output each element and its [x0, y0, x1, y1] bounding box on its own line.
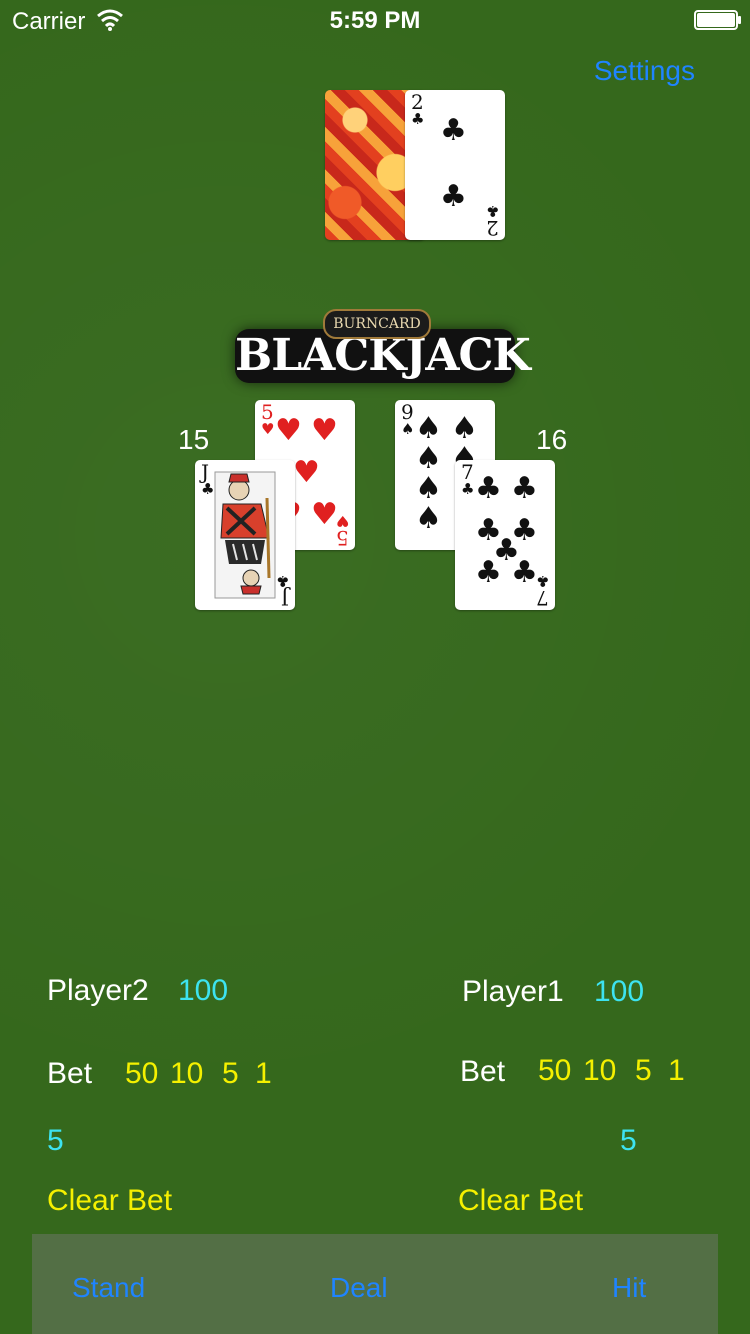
- deal-button[interactable]: Deal: [330, 1272, 388, 1304]
- club-icon: ♣: [475, 471, 502, 506]
- player2-chip-50[interactable]: 50: [125, 1057, 158, 1091]
- card-rank: 2: [486, 216, 499, 240]
- spade-icon: ♠: [415, 411, 442, 446]
- action-toolbar: Stand Deal Hit: [32, 1234, 718, 1334]
- player1-current-bet: 5: [620, 1124, 637, 1157]
- player2-current-bet: 5: [47, 1124, 64, 1157]
- player1-name: Player1: [462, 975, 564, 1008]
- heart-icon: ♥: [261, 420, 275, 438]
- player2-score: 15: [178, 424, 210, 455]
- jack-portrait-icon: [214, 471, 276, 599]
- card-rank: J: [201, 460, 210, 484]
- card-rank: 9: [401, 400, 414, 424]
- player2-clear-bet-button[interactable]: Clear Bet: [47, 1184, 172, 1218]
- hit-button[interactable]: Hit: [612, 1272, 646, 1304]
- card-rank: 7: [461, 460, 474, 484]
- club-icon: ♣: [485, 202, 499, 220]
- heart-icon: ♥: [311, 413, 338, 448]
- logo-top-text: BURNCARD: [323, 309, 431, 339]
- club-icon: ♣: [411, 110, 425, 128]
- player1-card-2: 7 ♣ ♣ ♣ ♣ ♣ ♣ ♣ ♣ 7 ♣: [455, 460, 555, 610]
- player1-money: 100: [594, 975, 645, 1008]
- player2-chip-1[interactable]: 1: [255, 1057, 272, 1091]
- heart-icon: ♥: [335, 512, 349, 530]
- player2-name: Player2: [47, 974, 149, 1007]
- card-rank: 2: [411, 90, 424, 114]
- spade-icon: ♠: [415, 501, 442, 536]
- battery-icon: [694, 10, 741, 30]
- player2-bet-label: Bet: [47, 1057, 93, 1090]
- club-icon: ♣: [511, 555, 538, 590]
- heart-icon: ♥: [293, 455, 320, 490]
- player2-card-2: J ♣ J ♣: [195, 460, 295, 610]
- player1-score: 16: [536, 424, 568, 455]
- blackjack-logo: BLACKJACK BURNCARD: [235, 305, 531, 385]
- dealer-up-card: 2 ♣ ♣ ♣ 2 ♣: [405, 90, 505, 240]
- club-icon: ♣: [461, 480, 475, 498]
- club-icon: ♣: [511, 471, 538, 506]
- club-icon: ♣: [535, 572, 549, 590]
- status-time: 5:59 PM: [329, 7, 421, 34]
- card-rank: J: [280, 586, 289, 610]
- spade-icon: ♠: [415, 471, 442, 506]
- heart-icon: ♥: [275, 413, 302, 448]
- club-icon: ♣: [511, 513, 538, 548]
- club-icon: ♣: [440, 179, 467, 214]
- spade-icon: ♠: [415, 441, 442, 476]
- settings-button[interactable]: Settings: [594, 55, 695, 87]
- player1-chip-50[interactable]: 50: [538, 1054, 571, 1088]
- status-bar: Carrier 5:59 PM: [0, 0, 750, 40]
- card-rank: 7: [536, 586, 549, 610]
- player1-chip-5[interactable]: 5: [635, 1054, 652, 1088]
- player1-chip-10[interactable]: 10: [583, 1054, 616, 1088]
- spade-icon: ♠: [401, 420, 415, 438]
- club-icon: ♣: [475, 555, 502, 590]
- player1-bet-label: Bet: [460, 1055, 506, 1088]
- spade-icon: ♠: [451, 411, 478, 446]
- player2-chip-10[interactable]: 10: [170, 1057, 203, 1091]
- club-icon: ♣: [275, 572, 289, 590]
- player2-chip-5[interactable]: 5: [222, 1057, 239, 1091]
- card-rank: 5: [261, 400, 274, 424]
- club-icon: ♣: [440, 113, 467, 148]
- heart-icon: ♥: [311, 497, 338, 532]
- player1-chip-1[interactable]: 1: [668, 1054, 685, 1088]
- card-rank: 5: [336, 526, 349, 550]
- player1-clear-bet-button[interactable]: Clear Bet: [458, 1184, 583, 1218]
- player2-money: 100: [178, 974, 229, 1007]
- stand-button[interactable]: Stand: [72, 1272, 145, 1304]
